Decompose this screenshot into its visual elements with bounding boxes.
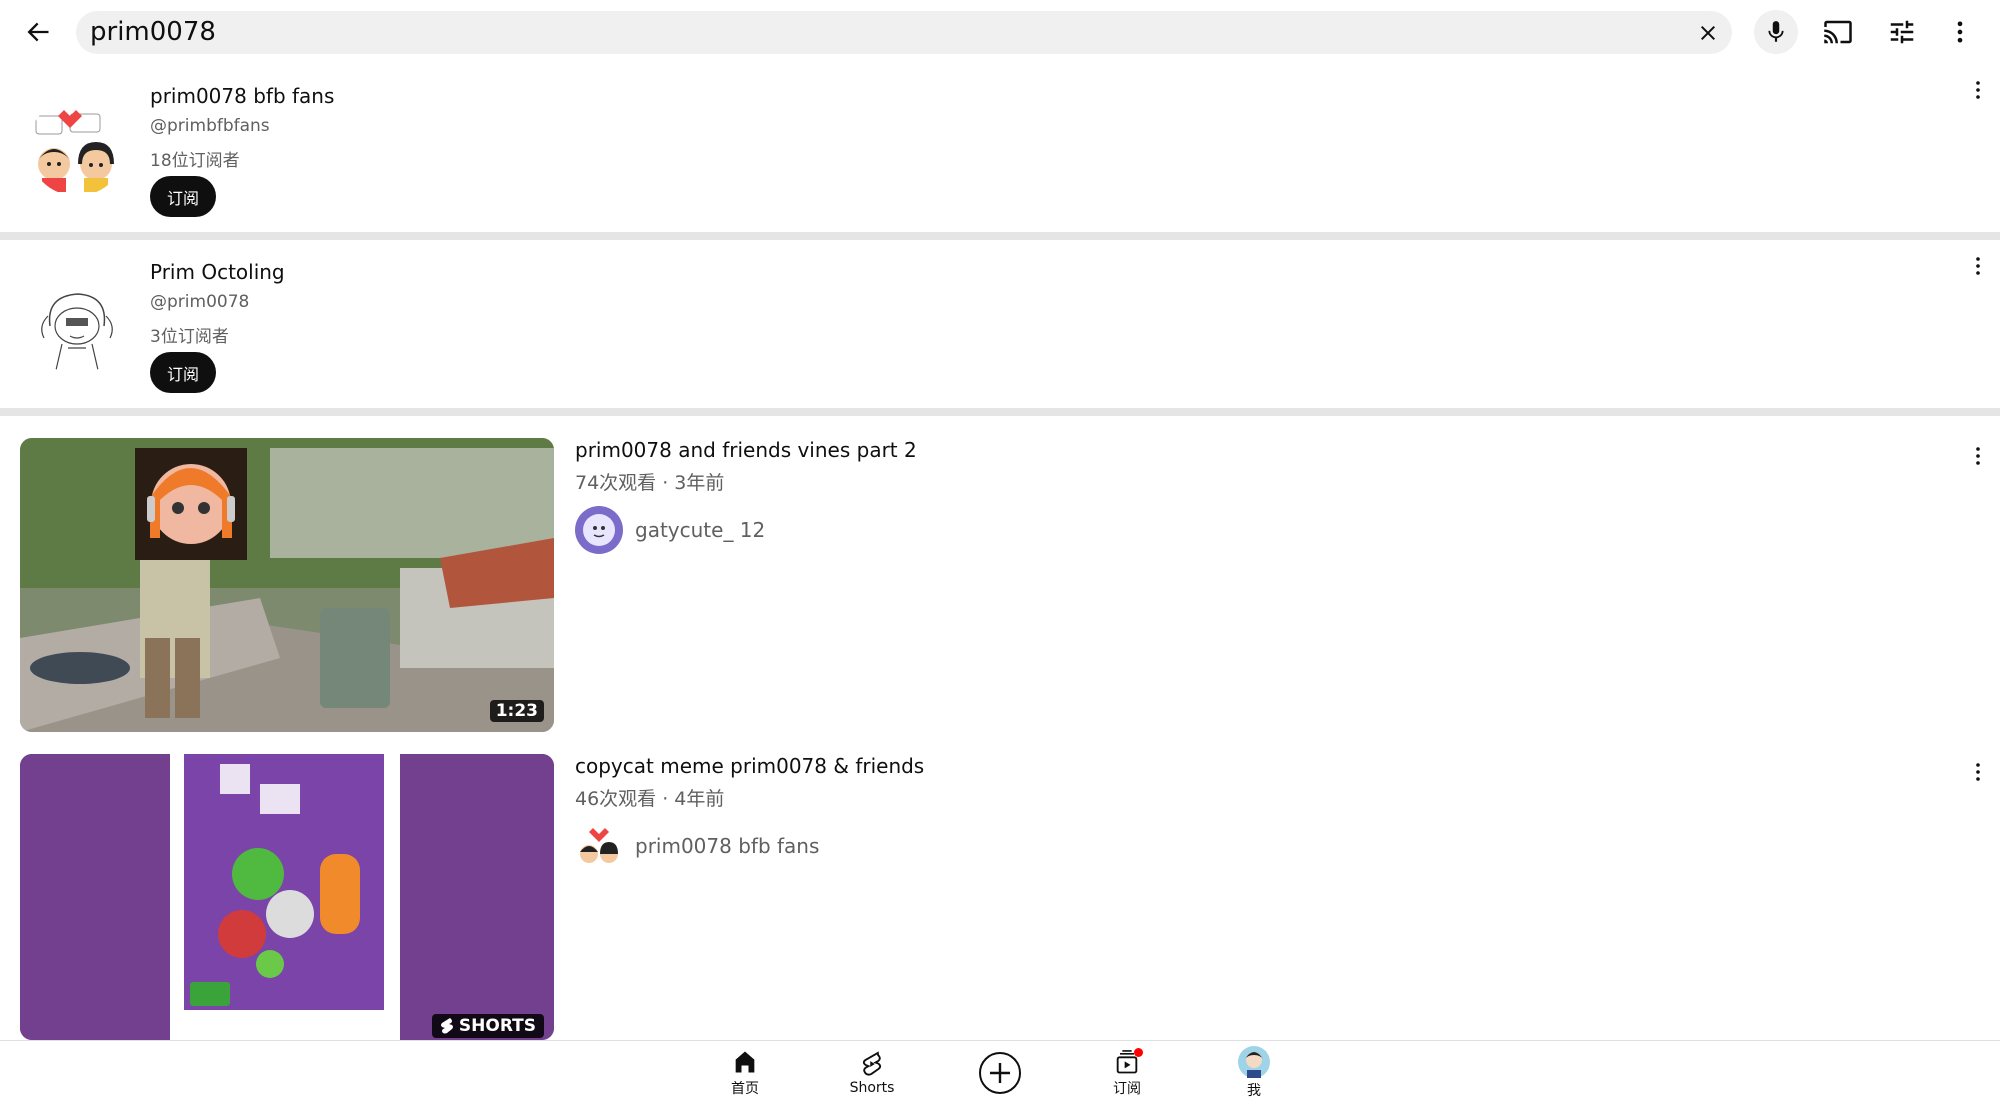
thumbnail-image (20, 754, 554, 1040)
voice-search-button[interactable] (1754, 10, 1798, 54)
video-channel[interactable]: prim0078 bfb fans (575, 822, 819, 870)
channel-avatar-image (28, 98, 126, 196)
video-channel-name: prim0078 bfb fans (635, 834, 820, 858)
shorts-badge: SHORTS (431, 1014, 544, 1038)
back-button[interactable] (14, 8, 62, 56)
search-box (76, 11, 1732, 54)
nav-home-label: 首页 (731, 1081, 759, 1097)
section-divider (0, 408, 2000, 416)
channel-avatar-image (575, 822, 623, 870)
channel-avatar[interactable] (28, 276, 126, 374)
video-duration: 1:23 (489, 700, 544, 722)
add-circle-icon (979, 1052, 1021, 1094)
create-button[interactable] (955, 1041, 1045, 1104)
nav-subscriptions[interactable]: 订阅 (1082, 1041, 1172, 1104)
more-options-button[interactable] (1938, 10, 1982, 54)
more-vertical-icon (1976, 447, 1980, 465)
nav-shorts-label: Shorts (849, 1080, 895, 1096)
channel-avatar[interactable] (28, 98, 126, 196)
clear-search-button[interactable] (1688, 13, 1728, 53)
channel-result[interactable]: prim0078 bfb fans @primbfbfans 18位订阅者 订阅 (0, 66, 2000, 232)
subscribe-button[interactable]: 订阅 (150, 352, 216, 393)
channel-name[interactable]: Prim Octoling (150, 260, 285, 284)
search-filters-button[interactable] (1880, 10, 1924, 54)
nav-you-label: 我 (1247, 1083, 1261, 1099)
shorts-icon (440, 1018, 453, 1034)
video-channel-name: gatycute_ 12 (635, 518, 766, 542)
subscriber-count: 18位订阅者 (150, 151, 240, 171)
nav-home[interactable]: 首页 (700, 1041, 790, 1104)
thumbnail-image (20, 438, 554, 732)
profile-avatar-icon (1238, 1046, 1270, 1078)
shorts-badge-label: SHORTS (458, 1016, 536, 1036)
home-icon (735, 1051, 755, 1073)
subscribe-button[interactable]: 订阅 (150, 176, 216, 217)
video-more-button[interactable] (1960, 438, 1996, 474)
channel-more-button[interactable] (1960, 72, 1996, 108)
channel-result[interactable]: Prim Octoling @prim0078 3位订阅者 订阅 (0, 242, 2000, 408)
bottom-navigation: 首页 Shorts 订阅 我 (0, 1040, 2000, 1104)
search-input[interactable] (90, 11, 1650, 54)
cast-icon (1824, 20, 1852, 44)
section-divider (0, 232, 2000, 240)
video-more-button[interactable] (1960, 754, 1996, 790)
microphone-icon (1768, 21, 1784, 42)
nav-subscriptions-label: 订阅 (1113, 1081, 1141, 1097)
channel-handle: @primbfbfans (150, 116, 270, 136)
channel-handle: @prim0078 (150, 292, 250, 312)
channel-avatar[interactable] (575, 822, 623, 870)
more-vertical-icon (1957, 21, 1963, 43)
cast-button[interactable] (1816, 10, 1860, 54)
channel-avatar-image (28, 276, 126, 374)
video-result[interactable]: SHORTS copycat meme prim0078 & friends 4… (0, 754, 2000, 1054)
search-header (0, 0, 2000, 64)
channel-name[interactable]: prim0078 bfb fans (150, 84, 334, 108)
video-title[interactable]: prim0078 and friends vines part 2 (575, 438, 917, 462)
subscriber-count: 3位订阅者 (150, 327, 229, 347)
video-metadata: 46次观看 · 4年前 (575, 788, 725, 810)
more-vertical-icon (1976, 763, 1980, 781)
shorts-icon (862, 1051, 882, 1076)
more-vertical-icon (1976, 257, 1980, 275)
more-vertical-icon (1976, 81, 1980, 99)
arrow-left-icon (27, 22, 49, 42)
video-thumbnail[interactable]: SHORTS (20, 754, 554, 1040)
nav-you[interactable]: 我 (1209, 1041, 1299, 1104)
video-title[interactable]: copycat meme prim0078 & friends (575, 754, 924, 778)
notification-dot (1134, 1048, 1143, 1057)
nav-shorts[interactable]: Shorts (827, 1041, 917, 1104)
video-metadata: 74次观看 · 3年前 (575, 472, 725, 494)
channel-avatar[interactable] (575, 506, 623, 554)
close-icon (1701, 26, 1715, 40)
sliders-icon (1890, 20, 1914, 44)
video-thumbnail[interactable]: 1:23 (20, 438, 554, 732)
channel-avatar-image (575, 506, 623, 554)
video-result[interactable]: 1:23 prim0078 and friends vines part 2 7… (0, 438, 2000, 738)
channel-more-button[interactable] (1960, 248, 1996, 284)
video-channel[interactable]: gatycute_ 12 (575, 506, 765, 554)
